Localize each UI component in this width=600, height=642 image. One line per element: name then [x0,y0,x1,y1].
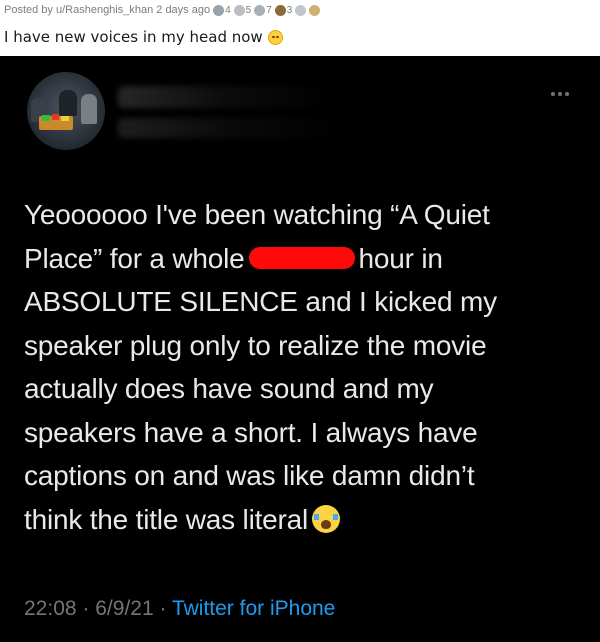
tweet-time[interactable]: 22:08 [24,597,77,620]
award-icon [274,4,286,16]
tweet-line: actually does have sound and my [24,373,434,404]
award-icon [295,4,307,16]
tweet-text: Yeoooooo I've been watching “A Quiet Pla… [24,193,584,541]
post-title-text: I have new voices in my head now [4,28,263,46]
post-title[interactable]: I have new voices in my head now [4,28,283,46]
award-count: 3 [286,4,293,16]
tweet-timestamp: 22:08 · 6/9/21 · Twitter for iPhone [24,597,336,620]
award-1[interactable]: 4 [213,4,231,16]
award-icon [213,4,225,16]
blurred-display-name [118,86,328,108]
avatar[interactable] [27,72,105,150]
award-icon [309,4,321,16]
tweet-line: Yeoooooo I've been watching “A Quiet [24,199,490,230]
award-count: 4 [225,4,231,16]
award-5[interactable] [295,4,307,16]
blurred-username [118,118,348,138]
tweet-card: Yeoooooo I've been watching “A Quiet Pla… [0,56,600,642]
award-4[interactable]: 3 [274,4,293,16]
award-2[interactable]: 5 [233,4,252,16]
tweet-line: Place” for a whole hour in [24,242,443,274]
award-count: 7 [266,4,272,16]
tweet-line: ABSOLUTE SILENCE and I kicked my [24,286,497,317]
tweet-line: speakers have a short. I always have [24,416,478,448]
tweet-line: captions on and was like damn didn’t [24,460,475,491]
award-icon [233,4,245,16]
reddit-post-header: Posted by u/Rashenghis_khan 2 days ago 4… [0,0,600,56]
award-3[interactable]: 7 [254,4,272,16]
post-meta: Posted by u/Rashenghis_khan 2 days ago 4… [4,4,321,16]
redaction-bar [248,247,355,270]
more-options-icon[interactable] [551,92,569,96]
tweet-date[interactable]: 6/9/21 [95,597,153,620]
posted-by-text[interactable]: Posted by u/Rashenghis_khan 2 days ago [4,4,210,16]
award-count: 5 [245,4,252,16]
tweet-line: speaker plug only to realize the movie [24,329,487,361]
award-6[interactable] [309,4,321,16]
tweet-line: think the title was literal [24,498,584,542]
award-icon [254,4,266,16]
tweet-source-link[interactable]: Twitter for iPhone [172,597,335,620]
loudly-crying-face-icon [312,504,341,533]
upside-down-face-icon [267,29,283,45]
